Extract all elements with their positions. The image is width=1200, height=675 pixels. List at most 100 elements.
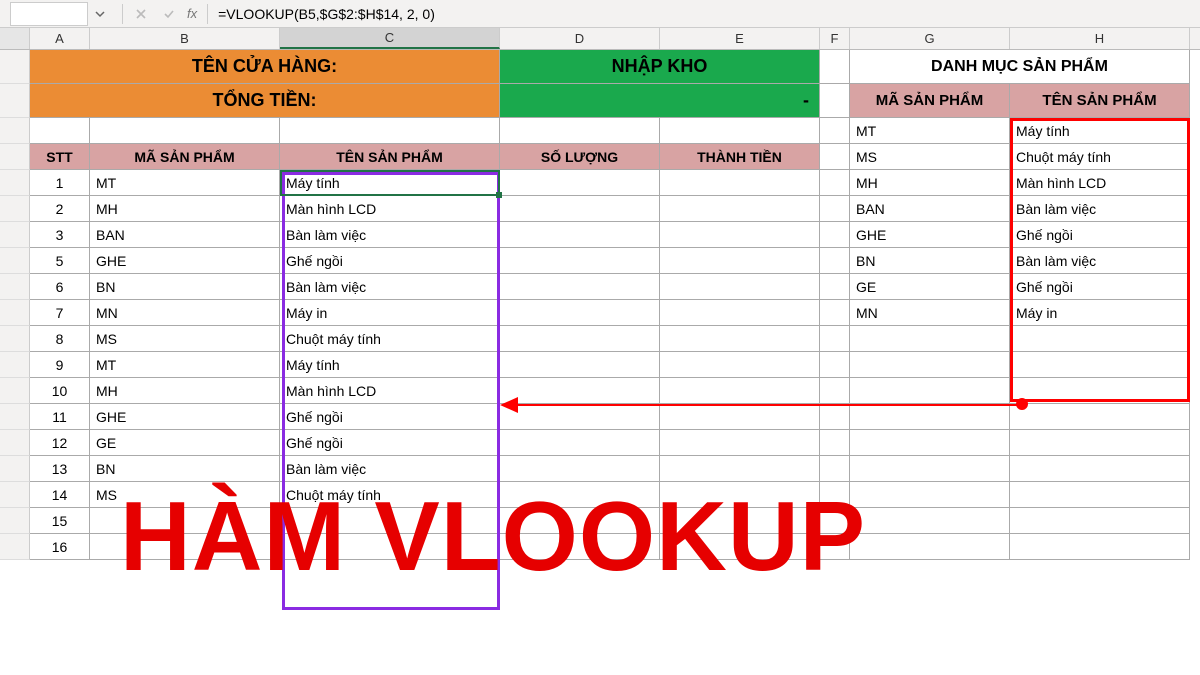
row-header[interactable] (0, 118, 30, 144)
cell-ten[interactable]: Màn hình LCD (280, 378, 500, 404)
col-header-D[interactable]: D (500, 28, 660, 49)
catalog-code[interactable] (850, 508, 1010, 534)
cell-sl[interactable] (500, 274, 660, 300)
enter-button[interactable] (155, 2, 183, 26)
cell[interactable] (820, 534, 850, 560)
cell[interactable] (820, 378, 850, 404)
cell-tt[interactable] (660, 222, 820, 248)
cell-stt[interactable]: 7 (30, 300, 90, 326)
cell-tt[interactable] (660, 196, 820, 222)
cell[interactable] (820, 50, 850, 84)
cell-sl[interactable] (500, 352, 660, 378)
cell-stt[interactable]: 13 (30, 456, 90, 482)
cell-tt[interactable] (660, 248, 820, 274)
catalog-name[interactable]: Ghế ngồi (1010, 274, 1190, 300)
cell-ma[interactable]: BN (90, 456, 280, 482)
catalog-code[interactable] (850, 456, 1010, 482)
catalog-name[interactable]: Chuột máy tính (1010, 144, 1190, 170)
col-header-C[interactable]: C (280, 28, 500, 49)
cell[interactable] (500, 118, 660, 144)
cell-sl[interactable] (500, 300, 660, 326)
cell-tt[interactable] (660, 274, 820, 300)
row-header[interactable] (0, 222, 30, 248)
row-header[interactable] (0, 508, 30, 534)
cell-tt[interactable] (660, 430, 820, 456)
cell-ma[interactable]: MN (90, 300, 280, 326)
cell-ten[interactable]: Ghế ngồi (280, 248, 500, 274)
cell-sl[interactable] (500, 508, 660, 534)
cell[interactable] (30, 118, 90, 144)
import-label[interactable]: NHẬP KHO (500, 50, 820, 84)
catalog-name[interactable] (1010, 534, 1190, 560)
cell-ten[interactable]: Máy tính (280, 170, 500, 196)
cell[interactable] (820, 118, 850, 144)
catalog-code[interactable]: GE (850, 274, 1010, 300)
catalog-code[interactable]: GHE (850, 222, 1010, 248)
cell-ma[interactable]: MS (90, 326, 280, 352)
cell-ten[interactable]: Màn hình LCD (280, 196, 500, 222)
catalog-head-code[interactable]: MÃ SẢN PHẨM (850, 84, 1010, 118)
cell-stt[interactable]: 15 (30, 508, 90, 534)
catalog-code[interactable] (850, 404, 1010, 430)
row-header[interactable] (0, 482, 30, 508)
cell-stt[interactable]: 14 (30, 482, 90, 508)
formula-input[interactable] (212, 2, 1200, 26)
cell[interactable] (820, 430, 850, 456)
catalog-code[interactable] (850, 326, 1010, 352)
cell[interactable] (820, 326, 850, 352)
col-header-E[interactable]: E (660, 28, 820, 49)
cell[interactable] (820, 274, 850, 300)
col-header-G[interactable]: G (850, 28, 1010, 49)
catalog-name[interactable]: Bàn làm việc (1010, 248, 1190, 274)
cell-stt[interactable]: 10 (30, 378, 90, 404)
cell-ma[interactable] (90, 508, 280, 534)
name-box-dropdown[interactable] (92, 2, 108, 26)
cell-tt[interactable] (660, 300, 820, 326)
row-header[interactable] (0, 50, 30, 84)
cell-tt[interactable] (660, 352, 820, 378)
cell-ma[interactable]: MT (90, 170, 280, 196)
col-header-H[interactable]: H (1010, 28, 1190, 49)
cell-tt[interactable] (660, 456, 820, 482)
fx-label[interactable]: fx (187, 6, 197, 21)
catalog-name[interactable] (1010, 378, 1190, 404)
cell-ten[interactable]: Bàn làm việc (280, 222, 500, 248)
cell[interactable] (820, 352, 850, 378)
cell-ma[interactable]: BN (90, 274, 280, 300)
th-ma[interactable]: MÃ SẢN PHẨM (90, 144, 280, 170)
catalog-name[interactable]: Ghế ngồi (1010, 222, 1190, 248)
cell-ma[interactable] (90, 534, 280, 560)
cell-ten[interactable]: Bàn làm việc (280, 456, 500, 482)
row-header[interactable] (0, 144, 30, 170)
catalog-code[interactable] (850, 482, 1010, 508)
cell-tt[interactable] (660, 404, 820, 430)
catalog-name[interactable] (1010, 404, 1190, 430)
cell-stt[interactable]: 16 (30, 534, 90, 560)
select-all-corner[interactable] (0, 28, 30, 49)
cell-ma[interactable]: GHE (90, 404, 280, 430)
catalog-name[interactable]: Màn hình LCD (1010, 170, 1190, 196)
catalog-name[interactable] (1010, 430, 1190, 456)
col-header-A[interactable]: A (30, 28, 90, 49)
total-value[interactable]: - (500, 84, 820, 118)
row-header[interactable] (0, 248, 30, 274)
th-sl[interactable]: SỐ LƯỢNG (500, 144, 660, 170)
row-header[interactable] (0, 378, 30, 404)
sheet[interactable]: TÊN CỬA HÀNG: NHẬP KHO DANH MỤC SẢN PHẨM… (30, 50, 1200, 560)
catalog-title[interactable]: DANH MỤC SẢN PHẨM (850, 50, 1190, 84)
cell[interactable] (820, 482, 850, 508)
cell-ten[interactable]: Bàn làm việc (280, 274, 500, 300)
cell-tt[interactable] (660, 378, 820, 404)
cell-ten[interactable]: Chuột máy tính (280, 326, 500, 352)
catalog-name[interactable] (1010, 326, 1190, 352)
cell[interactable] (660, 118, 820, 144)
row-header[interactable] (0, 534, 30, 560)
cell-sl[interactable] (500, 326, 660, 352)
row-header[interactable] (0, 274, 30, 300)
cell-sl[interactable] (500, 170, 660, 196)
cell-ma[interactable]: GHE (90, 248, 280, 274)
cell[interactable] (820, 196, 850, 222)
cell-tt[interactable] (660, 170, 820, 196)
cell[interactable] (820, 300, 850, 326)
cell-stt[interactable]: 3 (30, 222, 90, 248)
